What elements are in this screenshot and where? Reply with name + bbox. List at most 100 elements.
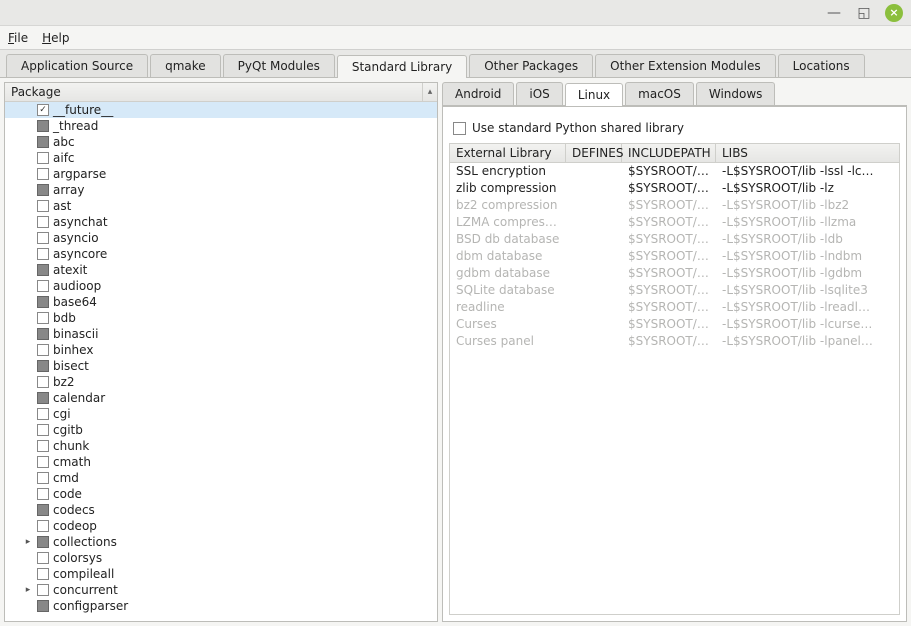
package-row[interactable]: base64	[5, 294, 437, 310]
table-header-cell[interactable]: INCLUDEPATH	[622, 144, 716, 162]
package-row[interactable]: asyncio	[5, 230, 437, 246]
package-checkbox[interactable]	[37, 216, 49, 228]
package-checkbox[interactable]	[37, 600, 49, 612]
tab-locations[interactable]: Locations	[778, 54, 865, 77]
package-row[interactable]: cgi	[5, 406, 437, 422]
package-checkbox[interactable]	[37, 104, 49, 116]
package-row[interactable]: compileall	[5, 566, 437, 582]
menu-help[interactable]: Help	[42, 31, 69, 45]
package-row[interactable]: bdb	[5, 310, 437, 326]
package-row[interactable]: __future__	[5, 102, 437, 118]
package-checkbox[interactable]	[37, 424, 49, 436]
package-row[interactable]: chunk	[5, 438, 437, 454]
table-row[interactable]: dbm database$SYSROOT/i…-L$SYSROOT/lib -l…	[450, 248, 899, 265]
package-checkbox[interactable]	[37, 232, 49, 244]
package-row[interactable]: cmath	[5, 454, 437, 470]
tab-qmake[interactable]: qmake	[150, 54, 221, 77]
package-checkbox[interactable]	[37, 472, 49, 484]
package-row[interactable]: code	[5, 486, 437, 502]
package-row[interactable]: binhex	[5, 342, 437, 358]
platform-tab-linux[interactable]: Linux	[565, 83, 623, 106]
package-checkbox[interactable]	[37, 168, 49, 180]
package-row[interactable]: audioop	[5, 278, 437, 294]
table-row[interactable]: gdbm database$SYSROOT/i…-L$SYSROOT/lib -…	[450, 265, 899, 282]
package-row[interactable]: array	[5, 182, 437, 198]
tab-standard-library[interactable]: Standard Library	[337, 55, 467, 78]
expand-icon[interactable]: ▸	[23, 585, 33, 595]
package-checkbox[interactable]	[37, 376, 49, 388]
package-checkbox[interactable]	[37, 552, 49, 564]
menu-file[interactable]: File	[8, 31, 28, 45]
package-checkbox[interactable]	[37, 296, 49, 308]
table-row[interactable]: BSD db database$SYSROOT/i…-L$SYSROOT/lib…	[450, 231, 899, 248]
package-checkbox[interactable]	[37, 248, 49, 260]
package-checkbox[interactable]	[37, 504, 49, 516]
use-shared-lib-checkbox[interactable]	[453, 122, 466, 135]
maximize-button[interactable]: ◱	[855, 4, 873, 22]
package-checkbox[interactable]	[37, 120, 49, 132]
package-row[interactable]: asyncore	[5, 246, 437, 262]
package-row[interactable]: asynchat	[5, 214, 437, 230]
package-checkbox[interactable]	[37, 264, 49, 276]
package-checkbox[interactable]	[37, 280, 49, 292]
package-tree[interactable]: __future___threadabcaifcargparsearrayast…	[5, 102, 437, 621]
package-row[interactable]: ast	[5, 198, 437, 214]
package-header-cell[interactable]: Package	[5, 83, 423, 101]
package-checkbox[interactable]	[37, 440, 49, 452]
package-checkbox[interactable]	[37, 584, 49, 596]
package-row[interactable]: ▸concurrent	[5, 582, 437, 598]
minimize-button[interactable]: —	[825, 4, 843, 22]
package-checkbox[interactable]	[37, 136, 49, 148]
package-checkbox[interactable]	[37, 344, 49, 356]
package-row[interactable]: binascii	[5, 326, 437, 342]
package-row[interactable]: bz2	[5, 374, 437, 390]
package-checkbox[interactable]	[37, 488, 49, 500]
platform-tab-android[interactable]: Android	[442, 82, 514, 105]
close-button[interactable]: ×	[885, 4, 903, 22]
package-checkbox[interactable]	[37, 568, 49, 580]
package-row[interactable]: cmd	[5, 470, 437, 486]
package-checkbox[interactable]	[37, 360, 49, 372]
tab-application-source[interactable]: Application Source	[6, 54, 148, 77]
package-row[interactable]: calendar	[5, 390, 437, 406]
package-checkbox[interactable]	[37, 408, 49, 420]
expand-icon[interactable]: ▸	[23, 537, 33, 547]
platform-tab-windows[interactable]: Windows	[696, 82, 776, 105]
package-row[interactable]: aifc	[5, 150, 437, 166]
table-row[interactable]: SQLite database$SYSROOT/i…-L$SYSROOT/lib…	[450, 282, 899, 299]
table-row[interactable]: Curses$SYSROOT/i…-L$SYSROOT/lib -lcurse…	[450, 316, 899, 333]
package-row[interactable]: codecs	[5, 502, 437, 518]
use-shared-lib-row[interactable]: Use standard Python shared library	[449, 113, 900, 143]
package-checkbox[interactable]	[37, 392, 49, 404]
table-header-cell[interactable]: DEFINES	[566, 144, 622, 162]
package-checkbox[interactable]	[37, 456, 49, 468]
table-row[interactable]: Curses panel$SYSROOT/i…-L$SYSROOT/lib -l…	[450, 333, 899, 350]
package-row[interactable]: configparser	[5, 598, 437, 614]
table-header[interactable]: External LibraryDEFINESINCLUDEPATHLIBS	[450, 144, 899, 163]
package-row[interactable]: ▸collections	[5, 534, 437, 550]
package-checkbox[interactable]	[37, 312, 49, 324]
platform-tab-ios[interactable]: iOS	[516, 82, 562, 105]
table-header-cell[interactable]: External Library	[450, 144, 566, 162]
table-row[interactable]: zlib compression$SYSROOT/i…-L$SYSROOT/li…	[450, 180, 899, 197]
package-checkbox[interactable]	[37, 520, 49, 532]
package-row[interactable]: colorsys	[5, 550, 437, 566]
package-checkbox[interactable]	[37, 328, 49, 340]
package-checkbox[interactable]	[37, 184, 49, 196]
tab-pyqt-modules[interactable]: PyQt Modules	[223, 54, 335, 77]
table-row[interactable]: bz2 compression$SYSROOT/i…-L$SYSROOT/lib…	[450, 197, 899, 214]
package-row[interactable]: bisect	[5, 358, 437, 374]
package-row[interactable]: atexit	[5, 262, 437, 278]
tab-other-extension-modules[interactable]: Other Extension Modules	[595, 54, 776, 77]
tab-other-packages[interactable]: Other Packages	[469, 54, 593, 77]
table-row[interactable]: readline$SYSROOT/i…-L$SYSROOT/lib -lread…	[450, 299, 899, 316]
package-row[interactable]: argparse	[5, 166, 437, 182]
package-row[interactable]: codeop	[5, 518, 437, 534]
platform-tab-macos[interactable]: macOS	[625, 82, 694, 105]
package-row[interactable]: abc	[5, 134, 437, 150]
package-row[interactable]: _thread	[5, 118, 437, 134]
package-checkbox[interactable]	[37, 152, 49, 164]
package-tree-header[interactable]: Package ▴	[5, 83, 437, 102]
package-checkbox[interactable]	[37, 536, 49, 548]
package-checkbox[interactable]	[37, 200, 49, 212]
